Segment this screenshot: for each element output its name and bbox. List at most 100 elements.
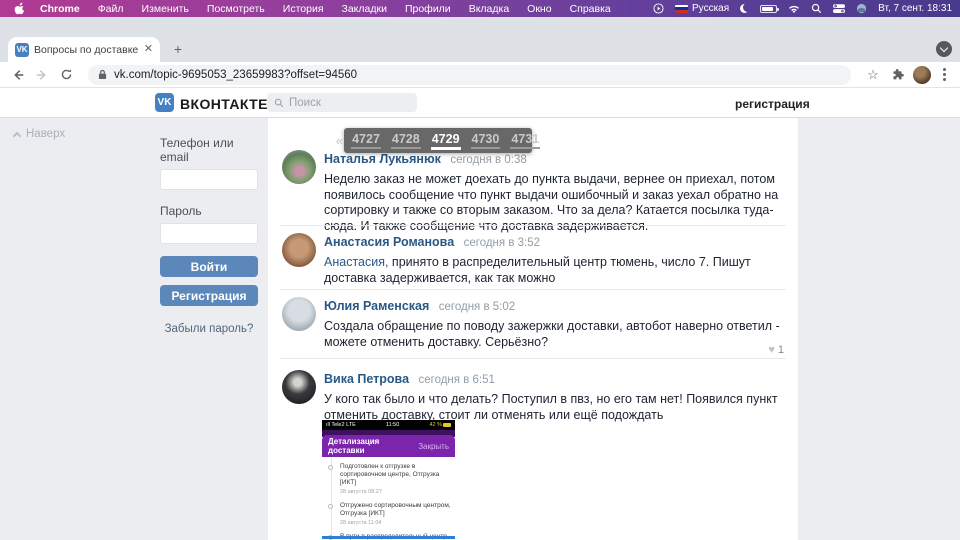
- comment-timestamp: сегодня в 3:52: [464, 237, 540, 249]
- timeline-step: Подготовлен к отгрузке в сортировочном ц…: [340, 463, 451, 495]
- password-input[interactable]: [160, 223, 258, 244]
- pagination-page[interactable]: 4731: [510, 132, 540, 149]
- menu-item-tab[interactable]: Вкладка: [460, 3, 518, 15]
- timeline-step: Отгружено сортировочным центром, Отгрузк…: [340, 502, 451, 526]
- menu-item-chrome[interactable]: Chrome: [31, 3, 89, 15]
- like-count[interactable]: ♥ 1: [768, 344, 784, 356]
- browser-profile-avatar[interactable]: [913, 66, 931, 84]
- menu-item-view[interactable]: Посмотреть: [198, 3, 274, 15]
- chevron-down-icon: [940, 43, 948, 51]
- back-to-top-link[interactable]: Наверх: [14, 128, 65, 140]
- attachment-image[interactable]: ıll Tele2 LTE 11:50 42 % Детализация дос…: [322, 420, 455, 540]
- vk-logo-icon[interactable]: VK: [155, 93, 174, 112]
- pagination-page[interactable]: 4728: [391, 132, 421, 149]
- delivery-timeline: Подготовлен к отгрузке в сортировочном ц…: [322, 457, 455, 535]
- modal-title: Детализация доставки: [328, 437, 413, 455]
- language-label: Русская: [692, 3, 729, 14]
- tab-title: Вопросы по доставке | WILDB: [34, 44, 139, 56]
- do-not-disturb-moon-icon[interactable]: [740, 4, 749, 13]
- avatar[interactable]: [282, 150, 316, 184]
- comment-timestamp: сегодня в 0:38: [450, 154, 526, 166]
- menu-item-profiles[interactable]: Профили: [396, 3, 460, 15]
- forgot-password-link[interactable]: Забыли пароль?: [160, 323, 258, 335]
- menu-item-history[interactable]: История: [274, 3, 333, 15]
- search-icon: [274, 98, 284, 108]
- extensions-puzzle-icon[interactable]: [889, 67, 905, 83]
- timeline-dot-icon: [328, 504, 333, 509]
- password-label: Пароль: [160, 204, 258, 218]
- macos-menu-bar: Chrome Файл Изменить Посмотреть История …: [0, 0, 960, 17]
- wifi-icon[interactable]: [788, 4, 800, 14]
- attachment-bottom-bar: [322, 536, 455, 539]
- menu-item-edit[interactable]: Изменить: [133, 3, 198, 15]
- chrome-menu-icon[interactable]: [939, 68, 950, 81]
- bookmark-star-icon[interactable]: ☆: [865, 67, 881, 83]
- phone-battery-icon: [443, 423, 451, 427]
- comment-text: У кого так было и что делать? Поступил в…: [324, 392, 786, 423]
- login-button[interactable]: Войти: [160, 256, 258, 277]
- language-flag-icon[interactable]: Русская: [675, 3, 729, 14]
- vk-page: Наверх Телефон или email Пароль Войти Ре…: [0, 118, 960, 540]
- apple-icon[interactable]: [8, 2, 31, 15]
- menu-item-window[interactable]: Окно: [518, 3, 560, 15]
- registration-link[interactable]: регистрация: [735, 97, 810, 111]
- comment-author-link[interactable]: Наталья Лукьянюк: [324, 152, 441, 166]
- pagination-bar: « 4727 4728 4729 4730 4731: [344, 128, 532, 153]
- phone-label: Телефон или email: [160, 136, 258, 164]
- phone-status-bar: ıll Tele2 LTE 11:50 42 %: [322, 420, 455, 430]
- register-button[interactable]: Регистрация: [160, 285, 258, 306]
- avatar[interactable]: [282, 297, 316, 331]
- pagination-prev[interactable]: «: [336, 133, 343, 148]
- pagination-page[interactable]: 4730: [471, 132, 501, 149]
- comment-author-link[interactable]: Анастасия Романова: [324, 235, 454, 249]
- avatar[interactable]: [282, 370, 316, 404]
- menu-extra-icon[interactable]: [856, 3, 867, 14]
- spotlight-search-icon[interactable]: [811, 3, 822, 14]
- modal-close-link: Закрыть: [418, 442, 449, 451]
- vk-logo-text[interactable]: ВКОНТАКТЕ: [180, 96, 268, 112]
- mention-link[interactable]: Анастасия,: [324, 255, 388, 269]
- pagination-page-current[interactable]: 4729: [431, 132, 461, 150]
- timeline-dot-icon: [328, 465, 333, 470]
- lock-icon: [98, 69, 107, 80]
- media-play-icon[interactable]: [653, 3, 664, 14]
- phone-input[interactable]: [160, 169, 258, 190]
- comment-author-link[interactable]: Юлия Раменская: [324, 299, 429, 313]
- comment-text: Анастасия, принято в распределительный ц…: [324, 255, 786, 286]
- new-tab-button[interactable]: +: [170, 41, 186, 57]
- carrier-label: ıll Tele2 LTE: [326, 422, 356, 428]
- vk-search-input[interactable]: Поиск: [267, 93, 417, 112]
- search-placeholder: Поиск: [289, 97, 321, 109]
- divider: [280, 225, 786, 226]
- divider: [280, 289, 786, 290]
- avatar[interactable]: [282, 233, 316, 267]
- chevron-up-icon: [13, 131, 21, 139]
- tab-close-icon[interactable]: ✕: [144, 44, 153, 55]
- browser-tab[interactable]: VK Вопросы по доставке | WILDB ✕: [8, 37, 160, 62]
- battery-percent: 42 %: [429, 422, 442, 428]
- divider: [280, 358, 786, 359]
- vk-site-header: VK ВКОНТАКТЕ Поиск регистрация: [0, 88, 960, 118]
- login-form: Телефон или email Пароль Войти Регистрац…: [160, 118, 258, 335]
- control-center-icon[interactable]: [833, 3, 845, 14]
- menu-item-bookmarks[interactable]: Закладки: [333, 3, 396, 15]
- tab-strip: VK Вопросы по доставке | WILDB ✕ +: [0, 17, 960, 62]
- address-bar[interactable]: vk.com/topic-9695053_23659983?offset=945…: [88, 65, 851, 85]
- menu-item-help[interactable]: Справка: [561, 3, 620, 15]
- comment-text: Создала обращение по поводу зажержки дос…: [324, 319, 786, 350]
- menubar-clock[interactable]: Вт, 7 сент. 18:31: [878, 3, 952, 14]
- heart-icon: ♥: [768, 344, 775, 356]
- back-button[interactable]: [10, 67, 26, 83]
- reload-button[interactable]: [58, 67, 74, 83]
- url-text[interactable]: vk.com/topic-9695053_23659983?offset=945…: [114, 69, 357, 81]
- delivery-modal-header: Детализация доставки Закрыть: [322, 435, 455, 457]
- pagination-page[interactable]: 4727: [351, 132, 381, 149]
- comment-author-link[interactable]: Вика Петрова: [324, 372, 409, 386]
- browser-toolbar: vk.com/topic-9695053_23659983?offset=945…: [0, 62, 960, 88]
- menu-item-file[interactable]: Файл: [89, 3, 133, 15]
- battery-icon[interactable]: [760, 5, 777, 13]
- phone-clock: 11:50: [386, 422, 399, 428]
- forward-button[interactable]: [34, 67, 50, 83]
- vk-favicon-icon: VK: [15, 43, 29, 57]
- tab-search-button[interactable]: [936, 41, 952, 57]
